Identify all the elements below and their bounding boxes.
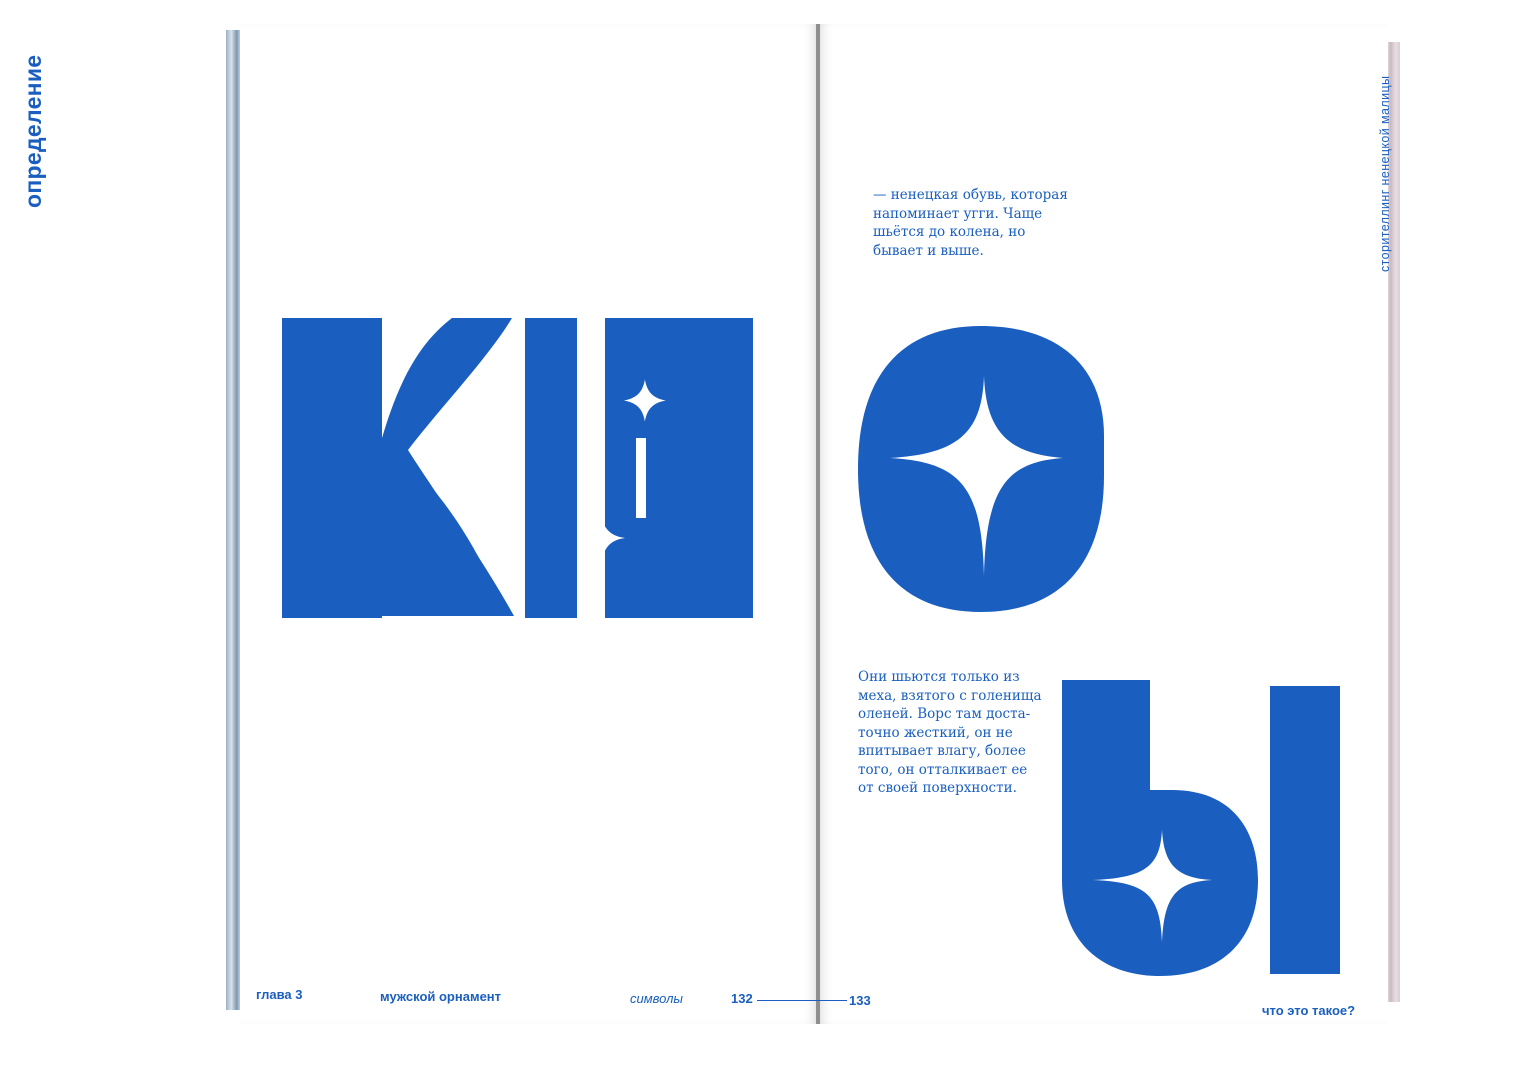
footer-page-number-right: 133 bbox=[849, 993, 871, 1008]
body-line: Они шьются только из bbox=[858, 669, 1020, 685]
body-paragraph: Они шьются только из меха, взятого с гол… bbox=[858, 668, 1042, 798]
section-label-vertical: определение bbox=[20, 54, 46, 208]
page-number-connector bbox=[757, 1000, 847, 1001]
letter-y-glyph bbox=[1062, 680, 1340, 976]
definition-line: бывает и выше. bbox=[873, 242, 984, 259]
body-line: оленей. Ворс там доста- bbox=[858, 706, 1031, 722]
side-label-vertical: сторителлинг ненецкой малицы bbox=[1378, 75, 1392, 272]
footer-topic: мужской орнамент bbox=[380, 989, 502, 1004]
body-line: того, он отталкивает ее bbox=[858, 761, 1028, 778]
book-gutter bbox=[816, 24, 820, 1024]
definition-line: шьётся до колена, но bbox=[873, 224, 1026, 240]
body-line: меха, взятого с голенища bbox=[858, 687, 1042, 704]
footer-page-number-left: 132 bbox=[731, 991, 753, 1006]
letter-k-glyph bbox=[282, 318, 514, 618]
letter-i-ornament bbox=[525, 318, 753, 618]
definition-text: — ненецкая обувь, которая напоминает угг… bbox=[873, 186, 1068, 260]
body-line: точно жесткий, он не bbox=[858, 724, 1013, 741]
definition-line: напоминает угги. Чаще bbox=[873, 205, 1043, 222]
footer-chapter: глава 3 bbox=[256, 987, 303, 1002]
footer-section: символы bbox=[630, 991, 683, 1006]
body-line: от своей поверхности. bbox=[858, 780, 1017, 796]
definition-line: — ненецкая обувь, которая bbox=[873, 187, 1068, 203]
letter-s-glyph bbox=[858, 326, 1104, 612]
footer-question: что это такое? bbox=[1262, 1003, 1356, 1018]
body-line: впитывает влагу, более bbox=[858, 743, 1026, 759]
